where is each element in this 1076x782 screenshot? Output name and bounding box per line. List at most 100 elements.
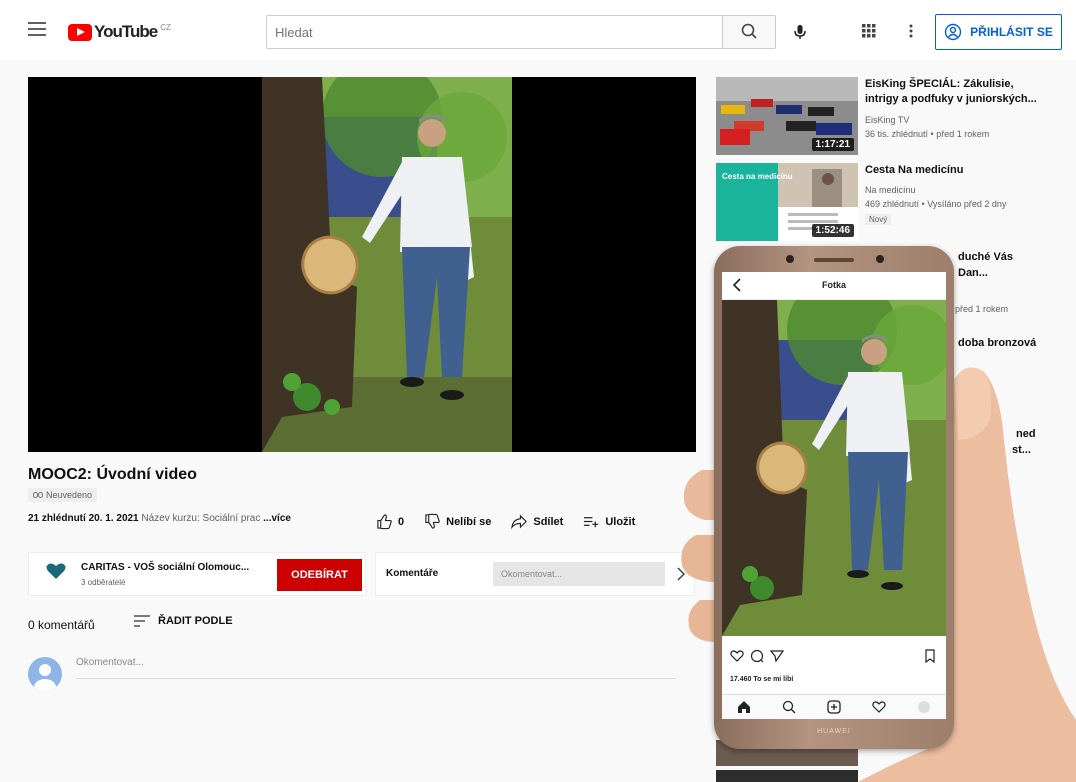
settings-more-button[interactable] xyxy=(905,22,917,40)
thumbnail-caption: Cesta na medicínu xyxy=(722,172,793,181)
thumbs-up-icon xyxy=(377,514,392,530)
apps-grid-icon xyxy=(862,24,876,38)
add-post-icon[interactable] xyxy=(827,700,841,714)
video-duration: 1:17:21 xyxy=(811,138,854,151)
recommendation-item[interactable]: Cesta na medicínu 1:52:46 Cesta Na medic… xyxy=(716,163,1066,243)
send-icon[interactable] xyxy=(770,649,784,663)
sensor-icon xyxy=(876,255,884,263)
comments-teaser[interactable]: Komentáře Okomentovat... xyxy=(375,552,695,596)
view-count: 21 zhlédnutí xyxy=(28,513,86,524)
home-icon[interactable] xyxy=(737,700,751,714)
sort-icon xyxy=(134,615,150,627)
sign-in-label: PŘIHLÁSIT SE xyxy=(970,25,1053,39)
search-icon[interactable] xyxy=(782,700,796,714)
partial-rec-title[interactable]: ned xyxy=(1016,427,1036,442)
thumbs-down-icon xyxy=(425,513,440,529)
phone-likes-count: 17.460 To se mi líbí xyxy=(730,676,794,683)
front-camera-icon xyxy=(786,255,794,263)
heart-icon[interactable] xyxy=(730,649,744,663)
new-badge: Nový xyxy=(865,214,892,225)
recommendation-thumbnail[interactable]: 1:17:21 xyxy=(716,77,858,155)
partial-rec-title[interactable]: ví xyxy=(958,513,967,528)
microphone-icon xyxy=(794,25,806,39)
partial-rec-meta: před 1 rokem xyxy=(955,304,1009,314)
partial-rec-title[interactable]: duché Vás xyxy=(958,250,1013,265)
channel-name[interactable]: CARITAS - VOŠ sociální Olomouc... xyxy=(81,562,249,573)
recommendation-meta: 36 tis. zhlédnutí • před 1 rokem xyxy=(865,129,990,139)
sort-comments-button[interactable]: ŘADIT PODLE xyxy=(134,615,233,627)
profile-icon[interactable] xyxy=(917,700,931,714)
subscribe-button[interactable]: ODEBÍRAT xyxy=(277,559,362,591)
dislike-label: Nelíbí se xyxy=(446,515,492,528)
recommendation-channel[interactable]: Na medicínu xyxy=(865,185,916,195)
search-button[interactable] xyxy=(722,15,776,49)
recommendation-title[interactable]: EisKing ŠPECIÁL: Zákulisie, intrigy a po… xyxy=(865,77,1045,107)
comment-count: 0 komentářů xyxy=(28,618,95,632)
partial-rec-meta: y xyxy=(990,390,995,400)
phone-bottom-nav xyxy=(722,694,946,719)
comment-bubble-icon[interactable] xyxy=(750,649,764,663)
logo-country: CZ xyxy=(160,22,171,32)
activity-heart-icon[interactable] xyxy=(872,700,886,714)
recommendation-item[interactable]: 1:17:21 EisKing ŠPECIÁL: Zákulisie, intr… xyxy=(716,77,1066,157)
video-actions: 0 Nelíbí se Sdílet Uložit xyxy=(376,513,655,530)
partial-rec-title[interactable]: Dan... xyxy=(958,266,988,281)
video-scene-image xyxy=(262,77,512,452)
video-meta: 21 zhlédnutí 20. 1. 2021 Název kurzu: So… xyxy=(28,513,291,524)
share-icon xyxy=(511,514,528,530)
avatar xyxy=(28,657,62,691)
channel-heart-logo-icon[interactable] xyxy=(45,561,67,583)
comments-teaser-input[interactable]: Okomentovat... xyxy=(493,562,665,586)
phone-device: Fotka 17.460 To se mi líbí HUAWEI xyxy=(714,246,954,749)
recommendation-thumbnail[interactable]: Cesta na medicínu 1:52:46 xyxy=(716,163,858,241)
like-button[interactable]: 0 xyxy=(376,513,404,530)
video-duration: 1:52:46 xyxy=(811,224,854,237)
masthead: YouTube CZ PŘIHLÁSIT SE xyxy=(0,0,1076,60)
recommendation-thumbnail[interactable] xyxy=(716,770,858,782)
recommendation-meta: 469 zhlédnutí • Vysíláno před 2 dny xyxy=(865,199,1007,209)
search-icon xyxy=(741,23,757,39)
more-vertical-icon xyxy=(909,24,913,38)
link-icon xyxy=(33,492,43,498)
channel-card: CARITAS - VOŠ sociální Olomouc... 3 odbě… xyxy=(28,552,366,596)
phone-brand: HUAWEI xyxy=(817,728,851,735)
play-logo-icon xyxy=(68,23,92,41)
share-button[interactable]: Sdílet xyxy=(511,513,563,530)
video-frame xyxy=(262,77,512,452)
upload-date: 20. 1. 2021 xyxy=(88,513,139,524)
recommendation-title[interactable]: Cesta Na medicínu xyxy=(865,163,1045,178)
chevron-right-icon[interactable] xyxy=(676,567,686,581)
video-player[interactable] xyxy=(28,77,696,452)
youtube-logo[interactable]: YouTube CZ xyxy=(68,22,171,42)
menu-icon[interactable] xyxy=(28,22,46,36)
user-avatar-icon xyxy=(34,664,56,691)
dislike-button[interactable]: Nelíbí se xyxy=(424,513,491,530)
show-more-link[interactable]: ...více xyxy=(263,513,291,524)
search-input[interactable] xyxy=(266,15,724,49)
save-label: Uložit xyxy=(605,515,636,528)
apps-button[interactable] xyxy=(862,24,876,38)
add-comment-input[interactable]: Okomentovat... xyxy=(76,657,144,668)
partial-rec-title[interactable]: doba bronzová xyxy=(958,336,1036,351)
video-title: MOOC2: Úvodní video xyxy=(28,466,197,483)
description-snippet: Název kurzu: Sociální prac xyxy=(141,513,261,524)
phone-photo-image xyxy=(722,300,946,636)
phone-screen-title: Fotka xyxy=(821,280,846,290)
account-circle-icon xyxy=(944,23,962,41)
sign-in-button[interactable]: PŘIHLÁSIT SE xyxy=(935,14,1062,50)
visibility-badge: Neuvedeno xyxy=(28,488,98,502)
partial-rec-title[interactable]: st... xyxy=(1012,443,1031,458)
voice-search-button[interactable] xyxy=(786,18,814,46)
subscriber-count: 3 odběratelé xyxy=(81,578,126,587)
comments-label: Komentáře xyxy=(386,568,439,579)
logo-text: YouTube xyxy=(94,22,158,41)
comment-input-underline xyxy=(76,678,676,679)
phone-screen: Fotka 17.460 To se mi líbí xyxy=(722,272,946,719)
like-count: 0 xyxy=(398,515,405,528)
phone-photo[interactable] xyxy=(722,300,946,636)
bookmark-icon[interactable] xyxy=(924,649,936,663)
save-button[interactable]: Uložit xyxy=(583,513,635,530)
phone-speaker xyxy=(814,258,854,262)
phone-app-bar: Fotka xyxy=(722,272,946,300)
recommendation-channel[interactable]: EisKing TV xyxy=(865,115,909,125)
